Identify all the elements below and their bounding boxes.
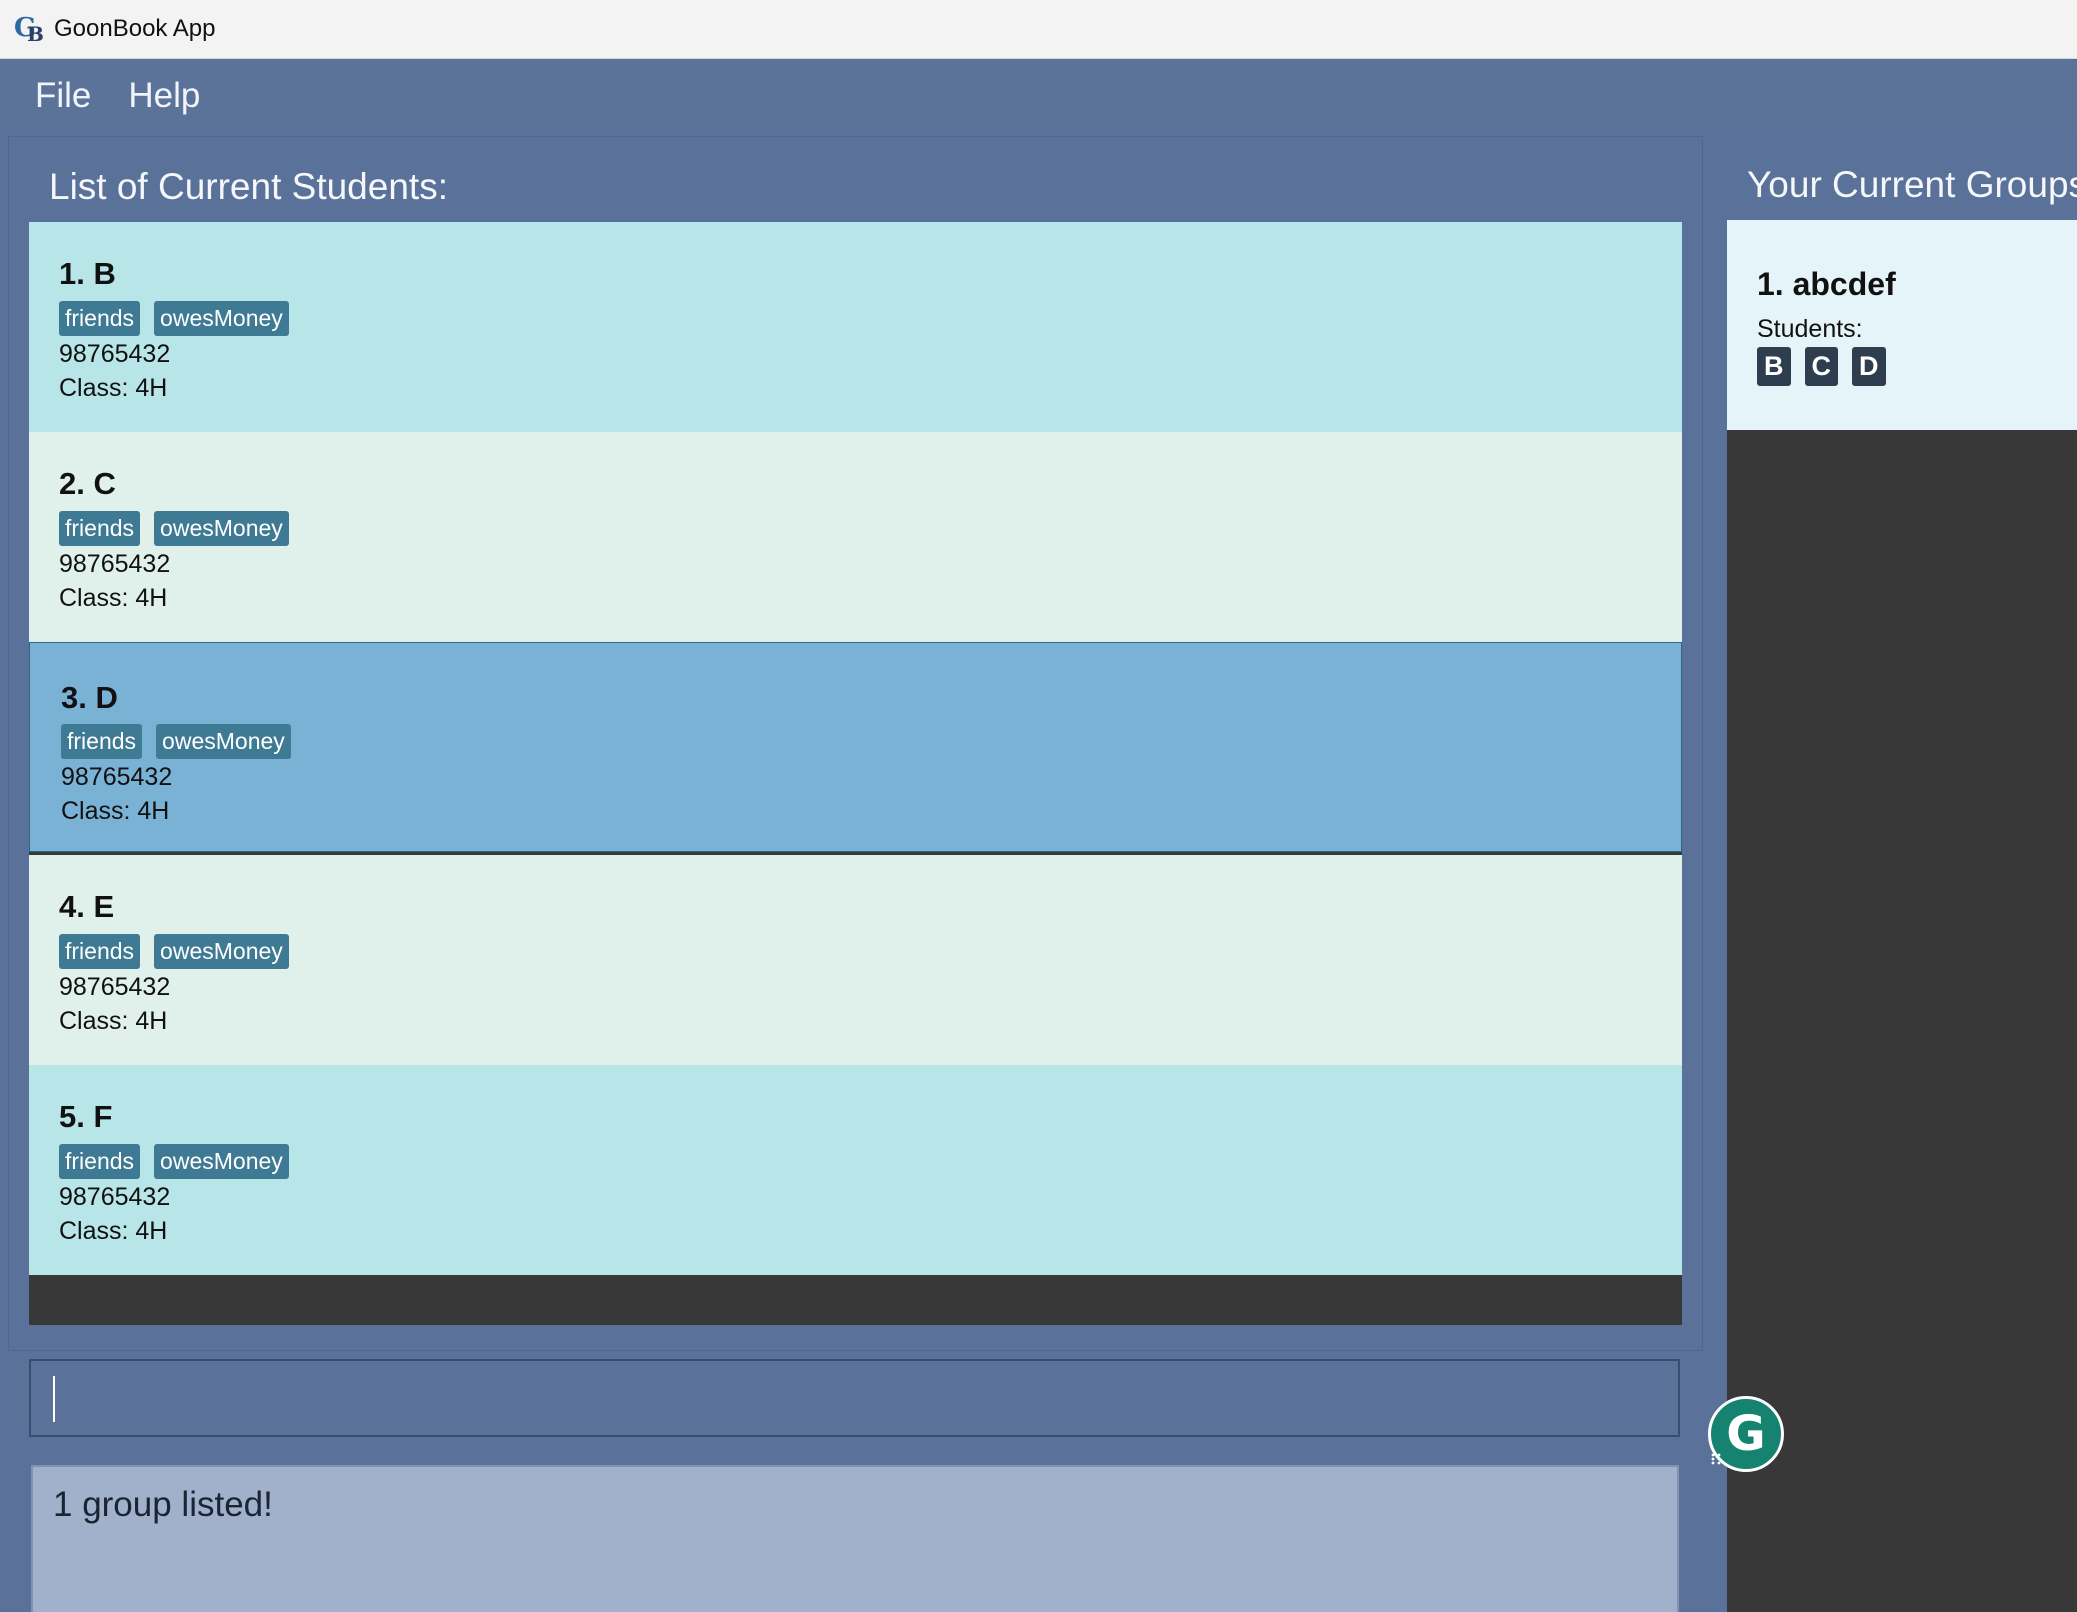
goonbook-logo-icon: GB (14, 13, 44, 46)
student-tags: friends owesMoney (59, 511, 289, 546)
member-chip: B (1757, 347, 1791, 386)
tag: owesMoney (156, 724, 291, 759)
student-phone: 98765432 (59, 973, 171, 1001)
result-display: 1 group listed! (31, 1465, 1679, 1612)
student-name: 3. D (61, 680, 118, 715)
student-card[interactable]: 5. F friends owesMoney 98765432 Class: 4… (29, 1065, 1682, 1275)
tag: owesMoney (154, 511, 289, 546)
student-phone: 98765432 (61, 763, 173, 791)
students-heading: List of Current Students: (49, 166, 448, 207)
tag: owesMoney (154, 301, 289, 336)
student-name: 4. E (59, 889, 115, 924)
window-title: GoonBook App (54, 15, 216, 42)
student-card[interactable]: 2. C friends owesMoney 98765432 Class: 4… (29, 432, 1682, 642)
tag: friends (59, 1144, 141, 1179)
group-list[interactable]: 1. abcdef Students: B C D (1727, 220, 2077, 1612)
student-phone: 98765432 (59, 550, 171, 578)
text-caret (53, 1376, 55, 1422)
tag: friends (59, 301, 141, 336)
drag-grip-icon[interactable] (1710, 1452, 1722, 1466)
student-card[interactable]: 1. B friends owesMoney 98765432 Class: 4… (29, 222, 1682, 432)
member-chip: D (1852, 347, 1886, 386)
student-name: 2. C (59, 466, 116, 501)
student-card-selected[interactable]: 3. D friends owesMoney 98765432 Class: 4… (29, 642, 1682, 852)
student-list[interactable]: 1. B friends owesMoney 98765432 Class: 4… (29, 222, 1682, 1325)
student-class: Class: 4H (61, 797, 170, 825)
student-name: 5. F (59, 1099, 113, 1134)
student-card[interactable]: 4. E friends owesMoney 98765432 Class: 4… (29, 855, 1682, 1065)
group-name: 1. abcdef (1757, 266, 1896, 302)
group-students-label: Students: (1757, 315, 1863, 343)
tag: friends (59, 934, 141, 969)
student-class: Class: 4H (59, 1217, 168, 1245)
group-members: B C D (1757, 347, 1886, 386)
student-class: Class: 4H (59, 1007, 168, 1035)
student-tags: friends owesMoney (59, 301, 289, 336)
tag: owesMoney (154, 934, 289, 969)
student-name: 1. B (59, 256, 116, 291)
student-phone: 98765432 (59, 340, 171, 368)
tag: friends (61, 724, 143, 759)
groups-heading: Your Current Groups (1747, 164, 2077, 205)
tag: owesMoney (154, 1144, 289, 1179)
member-chip: C (1804, 347, 1838, 386)
menu-help[interactable]: Help (128, 76, 200, 116)
command-input[interactable] (29, 1359, 1680, 1437)
student-class: Class: 4H (59, 374, 168, 402)
menu-bar: File Help (0, 59, 2077, 133)
student-tags: friends owesMoney (59, 1144, 289, 1179)
student-tags: friends owesMoney (61, 724, 291, 759)
group-card[interactable]: 1. abcdef Students: B C D (1727, 220, 2077, 430)
result-message: 1 group listed! (53, 1485, 273, 1524)
tag: friends (59, 511, 141, 546)
menu-file[interactable]: File (35, 76, 91, 116)
student-class: Class: 4H (59, 584, 168, 612)
title-bar: GB GoonBook App (0, 0, 2077, 59)
student-phone: 98765432 (59, 1183, 171, 1211)
student-tags: friends owesMoney (59, 934, 289, 969)
